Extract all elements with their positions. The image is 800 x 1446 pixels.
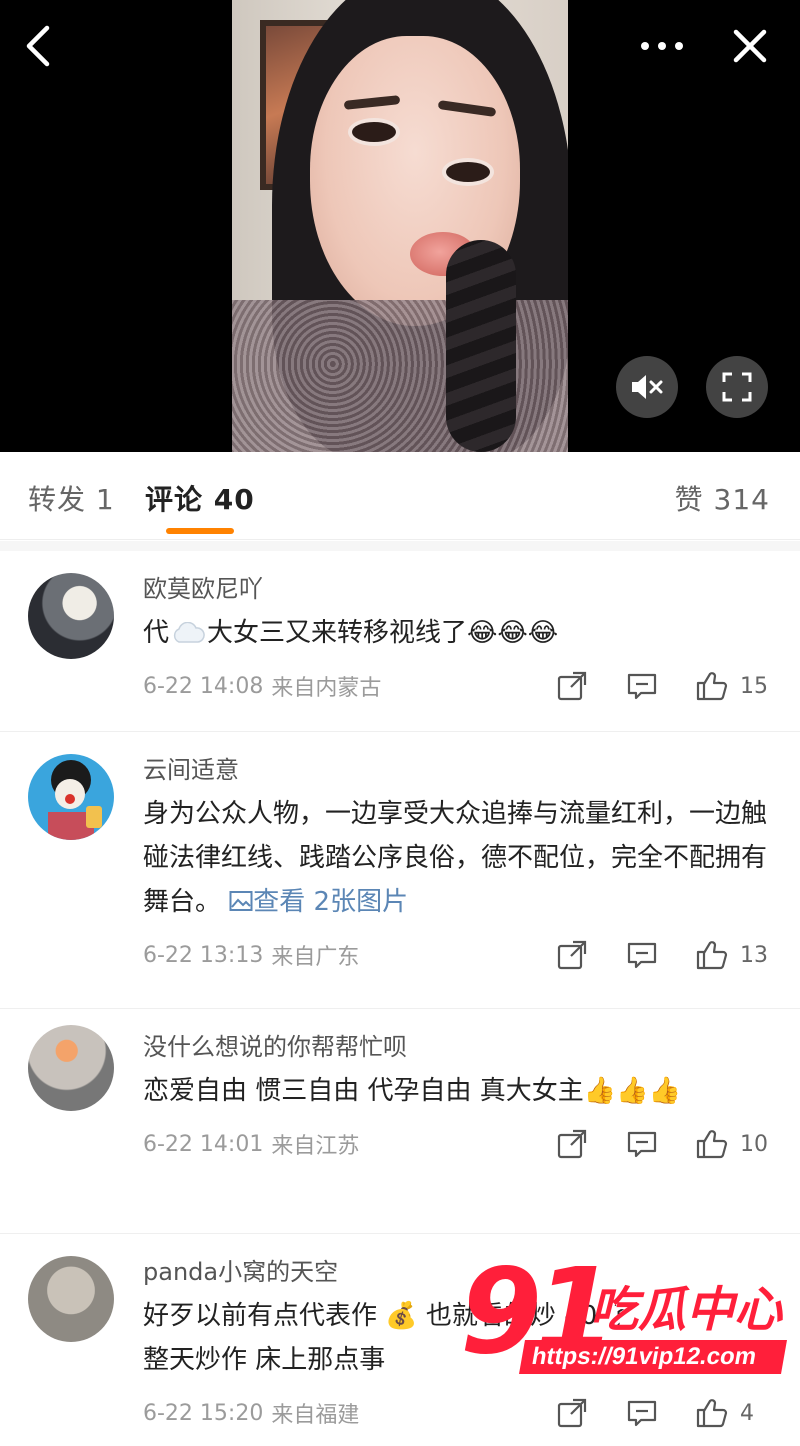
like-button[interactable]: [692, 1124, 732, 1164]
more-icon: [641, 42, 683, 50]
tab-like[interactable]: 赞 314: [675, 478, 770, 518]
comment-location: 来自内蒙古: [271, 676, 382, 701]
watermark-title: 吃瓜中心: [590, 1282, 783, 1338]
mute-icon: [632, 375, 663, 399]
comment-actions: 15: [522, 666, 770, 706]
repost-icon: [557, 671, 587, 701]
reply-button[interactable]: [622, 666, 662, 706]
comment-location: 来自广东: [271, 945, 360, 970]
view-images-link[interactable]: 查看 2张图片: [229, 887, 408, 917]
back-button[interactable]: [18, 24, 58, 68]
avatar-illustration: [48, 760, 102, 840]
cloud-icon: [173, 621, 205, 643]
active-tab-indicator: [166, 528, 234, 534]
comment-item: 没什么想说的你帮帮忙呗 恋爱自由 惯三自由 代孕自由 真大女主👍👍👍 6-22 …: [0, 1009, 800, 1234]
reply-button[interactable]: [622, 1124, 662, 1164]
back-icon: [26, 25, 50, 67]
comment-icon: [627, 942, 657, 969]
comment-meta: 6-22 14:01 来自江苏 10: [143, 1121, 770, 1177]
section-divider: [0, 541, 800, 551]
like-count: 13: [740, 942, 768, 968]
repost-button[interactable]: [552, 935, 592, 975]
thumbs-up-icon: [696, 1399, 728, 1428]
avatar[interactable]: [28, 573, 114, 659]
comment-username[interactable]: 欧莫欧尼吖: [143, 551, 770, 605]
money-bag-emoji: 💰: [385, 1301, 418, 1331]
tab-comment[interactable]: 评论 40: [145, 478, 255, 518]
more-button[interactable]: [636, 26, 688, 66]
comment-username[interactable]: 云间适意: [143, 732, 770, 786]
comment-location: 来自福建: [271, 1403, 360, 1428]
comment-text-part: 大女三又来转移视线了: [207, 618, 468, 648]
image-icon: [229, 891, 253, 911]
video-frame[interactable]: [232, 0, 568, 452]
eye: [352, 122, 396, 142]
comment-text: 代 大女三又来转移视线了😂😂😂: [143, 611, 770, 655]
thumbs-up-emoji: 👍👍👍: [583, 1076, 681, 1106]
tab-bar: 转发 1 评论 40 赞 314: [0, 452, 800, 540]
comment-text-content: 恋爱自由 惯三自由 代孕自由 真大女主: [143, 1076, 584, 1106]
comment-time: 6-22 14:01: [143, 1131, 264, 1157]
comment-time: 6-22 13:13: [143, 942, 264, 968]
eye: [446, 162, 490, 182]
mute-button[interactable]: [616, 356, 678, 418]
watermark-url: https://91vip12.com: [519, 1340, 787, 1374]
repost-button[interactable]: [552, 666, 592, 706]
comment-location: 来自江苏: [271, 1134, 360, 1159]
comment-text: 恋爱自由 惯三自由 代孕自由 真大女主👍👍👍: [143, 1069, 770, 1113]
comment-actions: 10: [522, 1124, 770, 1164]
close-icon: [733, 29, 767, 63]
thumbs-up-icon: [696, 672, 728, 701]
comment-text-content: 整天炒作 床上那点事: [143, 1345, 386, 1375]
comment-time: 6-22 14:08: [143, 673, 264, 699]
comment-text: 身为公众人物，一边享受大众追捧与流量红利，一边触碰法律红线、践踏公序良俗，德不配…: [143, 792, 770, 924]
comment-icon: [627, 1400, 657, 1427]
avatar[interactable]: [28, 754, 114, 840]
view-images-label: 查看 2张图片: [253, 887, 409, 917]
braid: [446, 240, 516, 452]
comment-text-part: 代: [143, 618, 170, 648]
fullscreen-button[interactable]: [706, 356, 768, 418]
like-button[interactable]: [692, 935, 732, 975]
close-button[interactable]: [728, 24, 772, 68]
fullscreen-icon: [722, 372, 752, 402]
repost-button[interactable]: [552, 1124, 592, 1164]
avatar[interactable]: [28, 1025, 114, 1111]
comment-username[interactable]: 没什么想说的你帮帮忙呗: [143, 1009, 770, 1063]
repost-icon: [557, 1398, 587, 1428]
laughing-emoji: 😂😂😂: [467, 618, 559, 648]
like-button[interactable]: [692, 666, 732, 706]
video-player[interactable]: [0, 0, 800, 452]
site-watermark: 91 吃瓜中心 https://91vip12.com: [460, 1252, 790, 1402]
avatar[interactable]: [28, 1256, 114, 1342]
comment-icon: [627, 1131, 657, 1158]
lace-top: [232, 300, 568, 452]
like-count: 10: [740, 1131, 768, 1157]
comment-icon: [627, 673, 657, 700]
comment-item: 欧莫欧尼吖 代 大女三又来转移视线了😂😂😂 6-22 14:08 来自内蒙古 15: [0, 551, 800, 732]
comment-meta: 6-22 14:08 来自内蒙古 15: [143, 663, 770, 719]
comment-meta: 6-22 13:13 来自广东 13: [143, 932, 770, 988]
thumbs-up-icon: [696, 1130, 728, 1159]
thumbs-up-icon: [696, 941, 728, 970]
like-count: 4: [740, 1400, 754, 1426]
comment-text-content: 好歹以前有点代表作: [143, 1301, 378, 1331]
repost-icon: [557, 1129, 587, 1159]
repost-icon: [557, 940, 587, 970]
comment-time: 6-22 15:20: [143, 1400, 264, 1426]
like-count: 15: [740, 673, 768, 699]
reply-button[interactable]: [622, 935, 662, 975]
tab-repost[interactable]: 转发 1: [28, 478, 115, 518]
comment-item: 云间适意 身为公众人物，一边享受大众追捧与流量红利，一边触碰法律红线、践踏公序良…: [0, 732, 800, 1009]
comment-actions: 13: [522, 935, 770, 975]
